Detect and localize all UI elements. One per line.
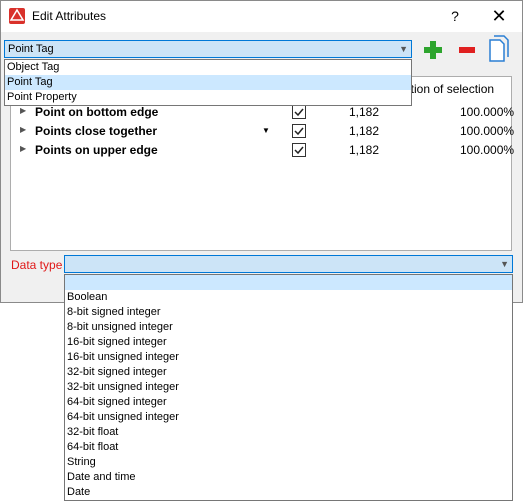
tag-option-object[interactable]: Object Tag [5,60,411,75]
tag-type-dropdown-list: Object Tag Point Tag Point Property [4,59,412,106]
row-percent: 100.000% [460,105,515,119]
row-dropdown-icon[interactable]: ▼ [262,126,270,135]
visibility-checkbox[interactable] [292,124,306,138]
data-type-option[interactable]: 64-bit unsigned integer [65,410,512,425]
close-button[interactable]: ✕ [485,5,513,27]
help-button[interactable]: ? [441,5,469,27]
row-count: 1,182 [349,124,380,138]
data-type-option[interactable]: Date [65,485,512,500]
data-type-option[interactable]: 8-bit unsigned integer [65,320,512,335]
plus-icon [424,41,442,59]
remove-attribute-button[interactable] [455,38,479,62]
row-name: Points on upper edge [35,143,158,157]
data-type-select[interactable]: ▼ [64,255,513,273]
window-title: Edit Attributes [32,9,107,23]
expand-triangle-icon[interactable]: ▶ [20,125,26,134]
copy-attribute-button[interactable] [488,35,510,63]
chevron-down-icon: ▼ [500,259,509,269]
tag-option-point-property[interactable]: Point Property [5,90,411,105]
row-percent: 100.000% [460,124,515,138]
data-type-option-empty[interactable] [65,275,512,290]
table-row[interactable]: ▶ Points on upper edge 1,182 100.000% [10,141,515,160]
tag-type-select[interactable]: Point Tag ▼ [4,40,412,58]
chevron-down-icon: ▼ [399,44,408,54]
data-type-option[interactable]: Boolean [65,290,512,305]
data-type-dropdown-list: Boolean 8-bit signed integer 8-bit unsig… [64,274,513,501]
visibility-checkbox[interactable] [292,105,306,119]
tag-type-value: Point Tag [8,43,54,55]
tag-option-point[interactable]: Point Tag [5,75,411,90]
data-type-label: Data type [11,258,63,272]
visibility-checkbox[interactable] [292,143,306,157]
data-type-option[interactable]: String [65,455,512,470]
data-type-option[interactable]: 16-bit signed integer [65,335,512,350]
title-bar: Edit Attributes ? ✕ [1,1,522,32]
row-percent: 100.000% [460,143,515,157]
add-attribute-button[interactable] [421,38,445,62]
data-type-option[interactable]: 32-bit unsigned integer [65,380,512,395]
row-count: 1,182 [349,143,380,157]
column-header-portion: ortion of selection [400,82,495,96]
row-name: Point on bottom edge [35,105,159,119]
expand-triangle-icon[interactable]: ▶ [20,144,26,153]
row-name: Points close together [35,124,158,138]
row-count: 1,182 [349,105,380,119]
minus-icon [459,47,475,53]
data-type-option[interactable]: 32-bit signed integer [65,365,512,380]
app-icon [9,8,25,24]
data-type-option[interactable]: Date and time [65,470,512,485]
copy-icon [489,35,509,62]
table-row[interactable]: ▶ Points close together ▼ 1,182 100.000% [10,122,515,141]
data-type-option[interactable]: 64-bit float [65,440,512,455]
data-type-option[interactable]: 32-bit float [65,425,512,440]
expand-triangle-icon[interactable]: ▶ [20,106,26,115]
data-type-option[interactable]: 64-bit signed integer [65,395,512,410]
data-type-option[interactable]: 16-bit unsigned integer [65,350,512,365]
data-type-option[interactable]: 8-bit signed integer [65,305,512,320]
